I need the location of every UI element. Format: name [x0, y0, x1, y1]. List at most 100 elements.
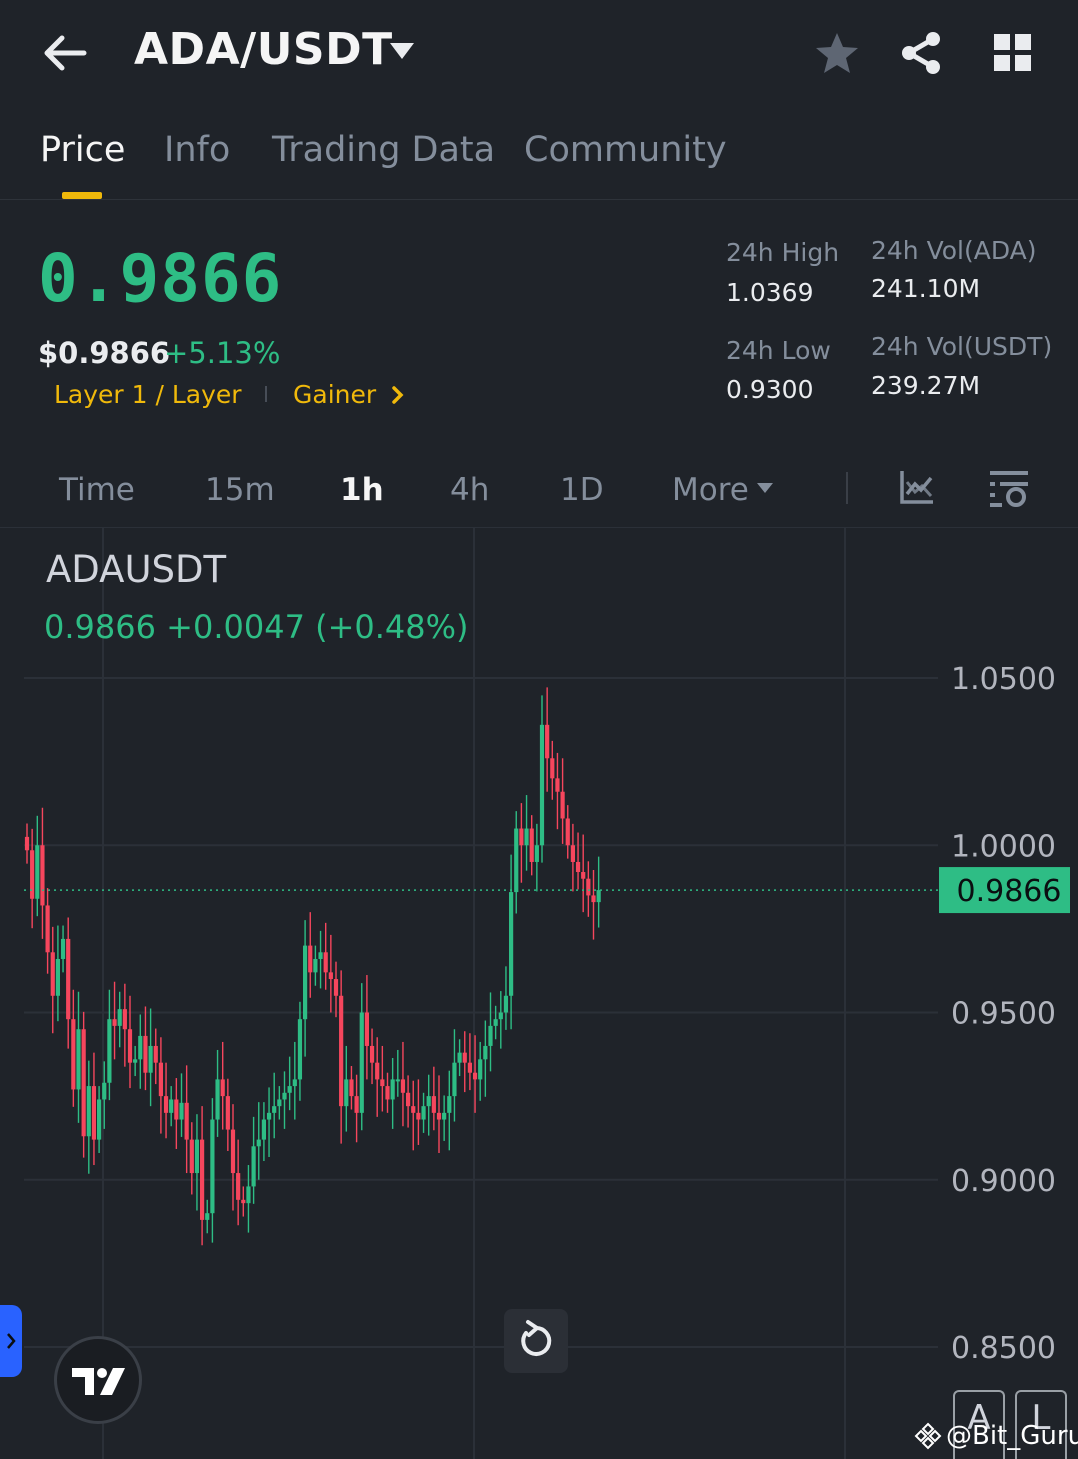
interval-1d[interactable]: 1D	[560, 472, 604, 508]
candle-body	[431, 1096, 436, 1113]
candle-body	[246, 1186, 251, 1204]
watermark-text: @Bit_Guru	[946, 1421, 1078, 1451]
reset-icon	[521, 1320, 552, 1356]
candle-body	[292, 1079, 297, 1087]
candle-body	[117, 1009, 122, 1026]
candle-body	[76, 1029, 81, 1090]
grid-menu-icon[interactable]	[992, 32, 1034, 74]
candle-body	[498, 1012, 503, 1020]
candle-body	[596, 890, 601, 903]
candle-body	[215, 1079, 220, 1120]
candle-body	[91, 1086, 97, 1140]
chart-ohlc: 0.9866 +0.0047 (+0.48%)	[44, 608, 469, 646]
main-tabs: Price Info Trading Data Community	[0, 120, 1078, 200]
candle-body	[560, 791, 565, 819]
candle-body	[158, 1062, 163, 1097]
candle-body	[122, 1009, 127, 1030]
candle-body	[287, 1086, 292, 1093]
candle-body	[395, 1079, 400, 1082]
candle-body	[97, 1099, 102, 1140]
candle-body	[251, 1146, 256, 1187]
candle-body	[328, 972, 333, 980]
candle-body	[493, 1019, 498, 1026]
candle-body	[519, 828, 524, 846]
interval-more[interactable]: More	[672, 472, 749, 508]
candle-body	[60, 938, 66, 959]
y-tick-label: 0.9000	[951, 1164, 1056, 1199]
vol-base-value: 241.10M	[871, 274, 981, 303]
side-drawer-handle[interactable]	[0, 1305, 22, 1377]
candle-body	[344, 1079, 349, 1107]
indicator-icon[interactable]	[898, 468, 936, 506]
share-icon[interactable]	[898, 30, 944, 76]
chevron-down-icon[interactable]	[388, 40, 416, 62]
candle-body	[447, 1096, 452, 1113]
back-arrow-icon[interactable]	[40, 30, 90, 76]
chevron-right-icon	[7, 1333, 16, 1349]
high-label: 24h High	[726, 238, 840, 267]
reset-chart-button[interactable]	[504, 1309, 568, 1373]
candle-body	[452, 1062, 457, 1097]
candle-body	[550, 758, 555, 779]
candle-body	[66, 938, 71, 1020]
chevron-right-icon[interactable]	[390, 384, 406, 406]
chart-settings-icon[interactable]	[988, 468, 1030, 508]
candle-body	[359, 1012, 364, 1113]
chart-symbol: ADAUSDT	[46, 548, 227, 591]
candle-body	[565, 818, 570, 846]
candle-body	[153, 1045, 158, 1063]
vol-quote-label: 24h Vol(USDT)	[871, 332, 1053, 361]
tab-info[interactable]: Info	[164, 130, 230, 170]
candle-body	[71, 1019, 76, 1090]
usd-price: $0.9866	[38, 336, 171, 370]
candle-body	[86, 1086, 91, 1137]
vol-quote-value: 239.27M	[871, 371, 981, 400]
candle-body	[200, 1139, 205, 1220]
candle-body	[529, 828, 534, 862]
candle-body	[380, 1079, 385, 1087]
low-label: 24h Low	[726, 336, 831, 365]
candle-body	[442, 1112, 447, 1120]
star-icon[interactable]	[814, 30, 860, 76]
candle-body	[457, 1052, 462, 1063]
interval-bar: Time 15m 1h 4h 1D More	[0, 458, 1078, 528]
candle-body	[478, 1059, 483, 1080]
candle-body	[400, 1079, 406, 1093]
interval-time[interactable]: Time	[59, 472, 135, 508]
candle-body	[581, 872, 586, 879]
gainer-tag[interactable]: Gainer	[293, 380, 376, 409]
candle-body	[509, 892, 514, 996]
binance-logo-icon	[914, 1422, 942, 1450]
last-price: 0.9866	[38, 240, 283, 317]
candle-body	[194, 1139, 200, 1174]
candle-body	[524, 828, 529, 846]
candle-body	[555, 778, 560, 792]
interval-1h[interactable]: 1h	[340, 472, 384, 508]
candle-body	[436, 1112, 442, 1120]
candle-body	[112, 1019, 117, 1026]
tab-price[interactable]: Price	[40, 130, 125, 170]
candle-body	[163, 1096, 169, 1113]
candle-body	[483, 1045, 488, 1060]
candle-body	[570, 845, 575, 862]
candle-body	[575, 861, 581, 873]
chevron-down-icon[interactable]	[756, 482, 774, 494]
interval-4h[interactable]: 4h	[450, 472, 489, 508]
candle-body	[241, 1199, 246, 1204]
interval-15m[interactable]: 15m	[205, 472, 275, 508]
candle-body	[333, 979, 339, 996]
candle-body	[308, 945, 313, 973]
candle-body	[138, 1035, 143, 1060]
pair-selector[interactable]: ADA/USDT	[134, 24, 393, 75]
tab-community[interactable]: Community	[524, 130, 727, 170]
candle-body	[318, 952, 323, 959]
candle-body	[277, 1099, 282, 1107]
tab-trading-data[interactable]: Trading Data	[272, 130, 495, 170]
candle-body	[339, 995, 344, 1107]
candle-body	[184, 1102, 189, 1140]
candle-body	[303, 945, 308, 1020]
candle-body	[282, 1092, 287, 1100]
candle-body	[472, 1072, 478, 1080]
tradingview-logo[interactable]	[54, 1336, 142, 1424]
sector-tag[interactable]: Layer 1 / Layer	[54, 380, 242, 409]
